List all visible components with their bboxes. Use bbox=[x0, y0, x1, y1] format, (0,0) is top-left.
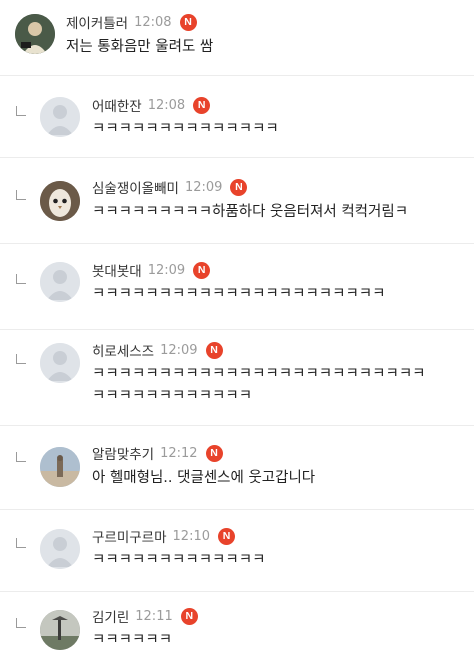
new-badge: N bbox=[205, 444, 223, 462]
comment-author[interactable]: 히로세스즈 bbox=[92, 340, 154, 360]
comment-text: 아 헬매형님.. 댓글센스에 웃고갑니다 bbox=[92, 470, 316, 486]
comment-time: 12:11 bbox=[135, 608, 173, 624]
new-badge: N bbox=[230, 178, 248, 196]
comment-author[interactable]: 봇대봇대 bbox=[92, 260, 142, 280]
reply-item: 구르미구르마 12:10 N ㅋㅋㅋㅋㅋㅋㅋㅋㅋㅋㅋㅋㅋ bbox=[0, 510, 474, 592]
comment-author[interactable]: 알람맞추기 bbox=[92, 443, 154, 463]
comment-time: 12:12 bbox=[160, 445, 198, 461]
comment-text: ㅋㅋㅋㅋㅋㅋㅋㅋㅋㅋㅋㅋㅋㅋㅋㅋㅋㅋㅋㅋㅋㅋ bbox=[92, 286, 386, 302]
reply-item: 어때한잔 12:08 N ㅋㅋㅋㅋㅋㅋㅋㅋㅋㅋㅋㅋㅋㅋ bbox=[0, 76, 474, 158]
reply-item: 김기린 12:11 N ㅋㅋㅋㅋㅋㅋ bbox=[0, 592, 474, 656]
reply-arrow-icon bbox=[16, 452, 26, 462]
avatar-photo[interactable] bbox=[40, 181, 80, 221]
reply-item: 히로세스즈 12:09 N ㅋㅋㅋㅋㅋㅋㅋㅋㅋㅋㅋㅋㅋㅋㅋㅋㅋㅋㅋㅋㅋㅋㅋㅋㅋ … bbox=[0, 330, 474, 426]
reply-item: 봇대봇대 12:09 N ㅋㅋㅋㅋㅋㅋㅋㅋㅋㅋㅋㅋㅋㅋㅋㅋㅋㅋㅋㅋㅋㅋ bbox=[0, 244, 474, 330]
reply-arrow-icon bbox=[16, 190, 26, 200]
reply-arrow-icon bbox=[16, 538, 26, 548]
comment-text: 저는 통화음만 울려도 쌈 bbox=[66, 39, 214, 55]
comment-time: 12:10 bbox=[172, 528, 210, 544]
reply-arrow-icon bbox=[16, 354, 26, 364]
comment-time: 12:09 bbox=[147, 262, 186, 278]
comment-text: ㅋㅋㅋㅋㅋㅋㅋㅋㅋ하품하다 웃음터져서 컥컥거림ㅋ bbox=[92, 204, 409, 220]
avatar-photo[interactable] bbox=[40, 447, 80, 487]
comment-time: 12:09 bbox=[184, 179, 223, 195]
new-badge: N bbox=[193, 96, 211, 114]
new-badge: N bbox=[193, 261, 211, 279]
avatar-default[interactable] bbox=[40, 97, 80, 137]
comment-item: 제이커틀러 12:08 N 저는 통화음만 울려도 쌈 bbox=[0, 0, 474, 76]
comment-time: 12:08 bbox=[134, 14, 172, 30]
new-badge: N bbox=[180, 607, 198, 625]
comment-author[interactable]: 구르미구르마 bbox=[92, 526, 167, 546]
new-badge: N bbox=[205, 341, 223, 359]
avatar-photo[interactable] bbox=[15, 14, 55, 54]
avatar-photo[interactable] bbox=[40, 610, 80, 650]
comment-author[interactable]: 김기린 bbox=[92, 606, 129, 626]
reply-item: 심술쟁이올빼미 12:09 N ㅋㅋㅋㅋㅋㅋㅋㅋㅋ하품하다 웃음터져서 컥컥거림… bbox=[0, 158, 474, 244]
comment-text: ㅋㅋㅋㅋㅋㅋ bbox=[92, 632, 173, 648]
comment-text-line: ㅋㅋㅋㅋㅋㅋㅋㅋㅋㅋㅋㅋㅋㅋㅋㅋㅋㅋㅋㅋㅋㅋㅋㅋㅋ bbox=[92, 366, 426, 382]
comment-time: 12:09 bbox=[160, 342, 198, 358]
avatar-default[interactable] bbox=[40, 529, 80, 569]
comment-author[interactable]: 심술쟁이올빼미 bbox=[92, 177, 179, 197]
comment-text: ㅋㅋㅋㅋㅋㅋㅋㅋㅋㅋㅋㅋㅋ bbox=[92, 552, 266, 568]
comment-author[interactable]: 어때한잔 bbox=[92, 95, 142, 115]
new-badge: N bbox=[218, 527, 235, 545]
reply-arrow-icon bbox=[16, 274, 26, 284]
comment-time: 12:08 bbox=[147, 97, 186, 113]
reply-arrow-icon bbox=[16, 106, 26, 116]
reply-arrow-icon bbox=[16, 618, 26, 628]
comment-author[interactable]: 제이커틀러 bbox=[66, 12, 128, 32]
reply-item: 알람맞추기 12:12 N 아 헬매형님.. 댓글센스에 웃고갑니다 bbox=[0, 426, 474, 510]
new-badge: N bbox=[179, 13, 197, 31]
avatar-default[interactable] bbox=[40, 262, 80, 302]
comment-text-line: ㅋㅋㅋㅋㅋㅋㅋㅋㅋㅋㅋㅋ bbox=[92, 388, 253, 404]
avatar-default[interactable] bbox=[40, 343, 80, 383]
comment-text: ㅋㅋㅋㅋㅋㅋㅋㅋㅋㅋㅋㅋㅋㅋ bbox=[92, 121, 279, 137]
